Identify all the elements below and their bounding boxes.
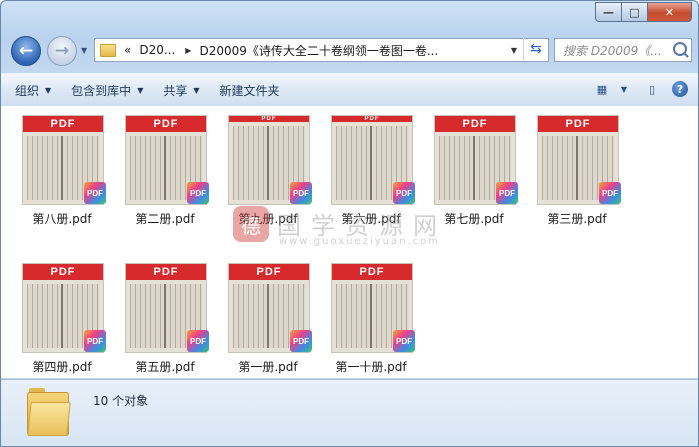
explorer-window: — □ ✕ ← → ▼ « D20... ▶ D20009《诗传大全二十卷纲领一… bbox=[0, 0, 699, 447]
minimize-button[interactable]: — bbox=[595, 2, 621, 22]
include-library-label: 包含到库中 bbox=[71, 83, 132, 98]
pdf-header: PDF bbox=[538, 116, 618, 132]
file-name: 第七册.pdf bbox=[444, 212, 504, 226]
help-button[interactable]: ? bbox=[670, 80, 690, 98]
pdf-header: PDF bbox=[23, 116, 103, 132]
file-name: 第五册.pdf bbox=[135, 360, 195, 374]
include-in-library-button[interactable]: 包含到库中 ▼ bbox=[71, 82, 143, 99]
forward-arrow-icon: → bbox=[54, 41, 70, 61]
pdf-app-icon: PDF bbox=[496, 182, 518, 204]
search-box[interactable]: 搜索 D20009《... bbox=[554, 38, 692, 62]
pdf-app-icon: PDF bbox=[84, 330, 106, 352]
pdf-header: PDF bbox=[332, 116, 412, 122]
watermark-url: www.guoxueziyuan.com bbox=[279, 236, 440, 247]
search-icon[interactable] bbox=[673, 42, 687, 56]
view-options-icon[interactable]: ▦ bbox=[592, 80, 612, 98]
window-controls: — □ ✕ bbox=[595, 2, 692, 22]
file-item[interactable]: PDF PDF 第二册.pdf bbox=[115, 106, 211, 236]
file-item[interactable]: PDF PDF 第一十册.pdf bbox=[321, 254, 417, 384]
details-pane: 10 个对象 bbox=[1, 379, 698, 446]
share-button[interactable]: 共享 ▼ bbox=[163, 82, 199, 99]
pdf-app-icon: PDF bbox=[187, 182, 209, 204]
command-toolbar: 组织 ▼ 包含到库中 ▼ 共享 ▼ 新建文件夹 ▦ ▼ ▯ ? bbox=[1, 73, 698, 107]
file-name: 第三册.pdf bbox=[547, 212, 607, 226]
file-item[interactable]: PDF PDF 第五册.pdf bbox=[115, 254, 211, 384]
new-folder-label: 新建文件夹 bbox=[219, 83, 280, 98]
maximize-button[interactable]: □ bbox=[621, 2, 647, 22]
pdf-header: PDF bbox=[435, 116, 515, 132]
chevron-down-icon: ▼ bbox=[45, 85, 52, 95]
forward-button[interactable]: → bbox=[47, 36, 77, 66]
pdf-header: PDF bbox=[229, 264, 309, 280]
close-button[interactable]: ✕ bbox=[647, 2, 692, 22]
chevron-down-icon: ▼ bbox=[137, 85, 144, 95]
file-name: 第一十册.pdf bbox=[335, 360, 407, 374]
file-item[interactable]: PDF PDF 第七册.pdf bbox=[424, 106, 520, 236]
address-dropdown-icon[interactable]: ▼ bbox=[504, 39, 524, 61]
preview-pane-icon[interactable]: ▯ bbox=[642, 80, 662, 98]
refresh-button[interactable]: ⇆ bbox=[523, 38, 548, 60]
file-list: PDF PDF 第八册.pdf PDF PDF 第二册.pdf PDF PDF … bbox=[1, 106, 698, 378]
file-item[interactable]: PDF PDF 第六册.pdf bbox=[321, 106, 417, 236]
chevron-right-icon[interactable]: ▶ bbox=[185, 46, 191, 55]
back-arrow-icon: ← bbox=[18, 41, 34, 61]
share-label: 共享 bbox=[163, 83, 188, 98]
breadcrumb-item-parent[interactable]: D20... bbox=[139, 43, 175, 57]
item-count: 10 个对象 bbox=[93, 394, 149, 408]
pdf-header: PDF bbox=[229, 116, 309, 122]
pdf-app-icon: PDF bbox=[290, 330, 312, 352]
file-item[interactable]: PDF PDF 第八册.pdf bbox=[12, 106, 108, 236]
pdf-header: PDF bbox=[23, 264, 103, 280]
file-name: 第六册.pdf bbox=[341, 212, 401, 226]
pdf-app-icon: PDF bbox=[393, 330, 415, 352]
file-item[interactable]: PDF PDF 第一册.pdf bbox=[218, 254, 314, 384]
pdf-header: PDF bbox=[332, 264, 412, 280]
search-input[interactable]: 搜索 D20009《... bbox=[563, 42, 671, 59]
file-name: 第九册.pdf bbox=[238, 212, 298, 226]
pdf-app-icon: PDF bbox=[84, 182, 106, 204]
address-bar[interactable]: « D20... ▶ D20009《诗传大全二十卷纲领一卷图一卷... ▼ bbox=[94, 38, 549, 62]
new-folder-button[interactable]: 新建文件夹 bbox=[220, 82, 280, 99]
file-name: 第四册.pdf bbox=[32, 360, 92, 374]
organize-button[interactable]: 组织 ▼ bbox=[15, 82, 51, 99]
file-name: 第一册.pdf bbox=[238, 360, 298, 374]
pdf-header: PDF bbox=[126, 264, 206, 280]
folder-icon bbox=[27, 388, 71, 436]
refresh-icon: ⇆ bbox=[530, 41, 542, 57]
chevron-down-icon: ▼ bbox=[193, 85, 200, 95]
back-button[interactable]: ← bbox=[11, 36, 41, 66]
file-item[interactable]: PDF PDF 第四册.pdf bbox=[12, 254, 108, 384]
navigation-bar: ← → ▼ « D20... ▶ D20009《诗传大全二十卷纲领一卷图一卷..… bbox=[1, 33, 698, 67]
pdf-app-icon: PDF bbox=[290, 182, 312, 204]
toolbar-right: ▦ ▼ ▯ ? bbox=[584, 80, 690, 98]
organize-label: 组织 bbox=[15, 83, 40, 98]
file-name: 第八册.pdf bbox=[32, 212, 92, 226]
view-dropdown-icon[interactable]: ▼ bbox=[614, 80, 634, 98]
history-dropdown-icon[interactable]: ▼ bbox=[81, 46, 87, 55]
breadcrumb-overflow[interactable]: « bbox=[124, 43, 131, 57]
folder-icon bbox=[100, 43, 116, 57]
file-item[interactable]: PDF PDF 第九册.pdf bbox=[218, 106, 314, 236]
pdf-app-icon: PDF bbox=[599, 182, 621, 204]
pdf-app-icon: PDF bbox=[187, 330, 209, 352]
file-name: 第二册.pdf bbox=[135, 212, 195, 226]
pdf-header: PDF bbox=[126, 116, 206, 132]
pdf-app-icon: PDF bbox=[393, 182, 415, 204]
file-item[interactable]: PDF PDF 第三册.pdf bbox=[527, 106, 623, 236]
help-icon: ? bbox=[672, 81, 688, 97]
breadcrumb-item-current[interactable]: D20009《诗传大全二十卷纲领一卷图一卷... bbox=[199, 42, 438, 59]
